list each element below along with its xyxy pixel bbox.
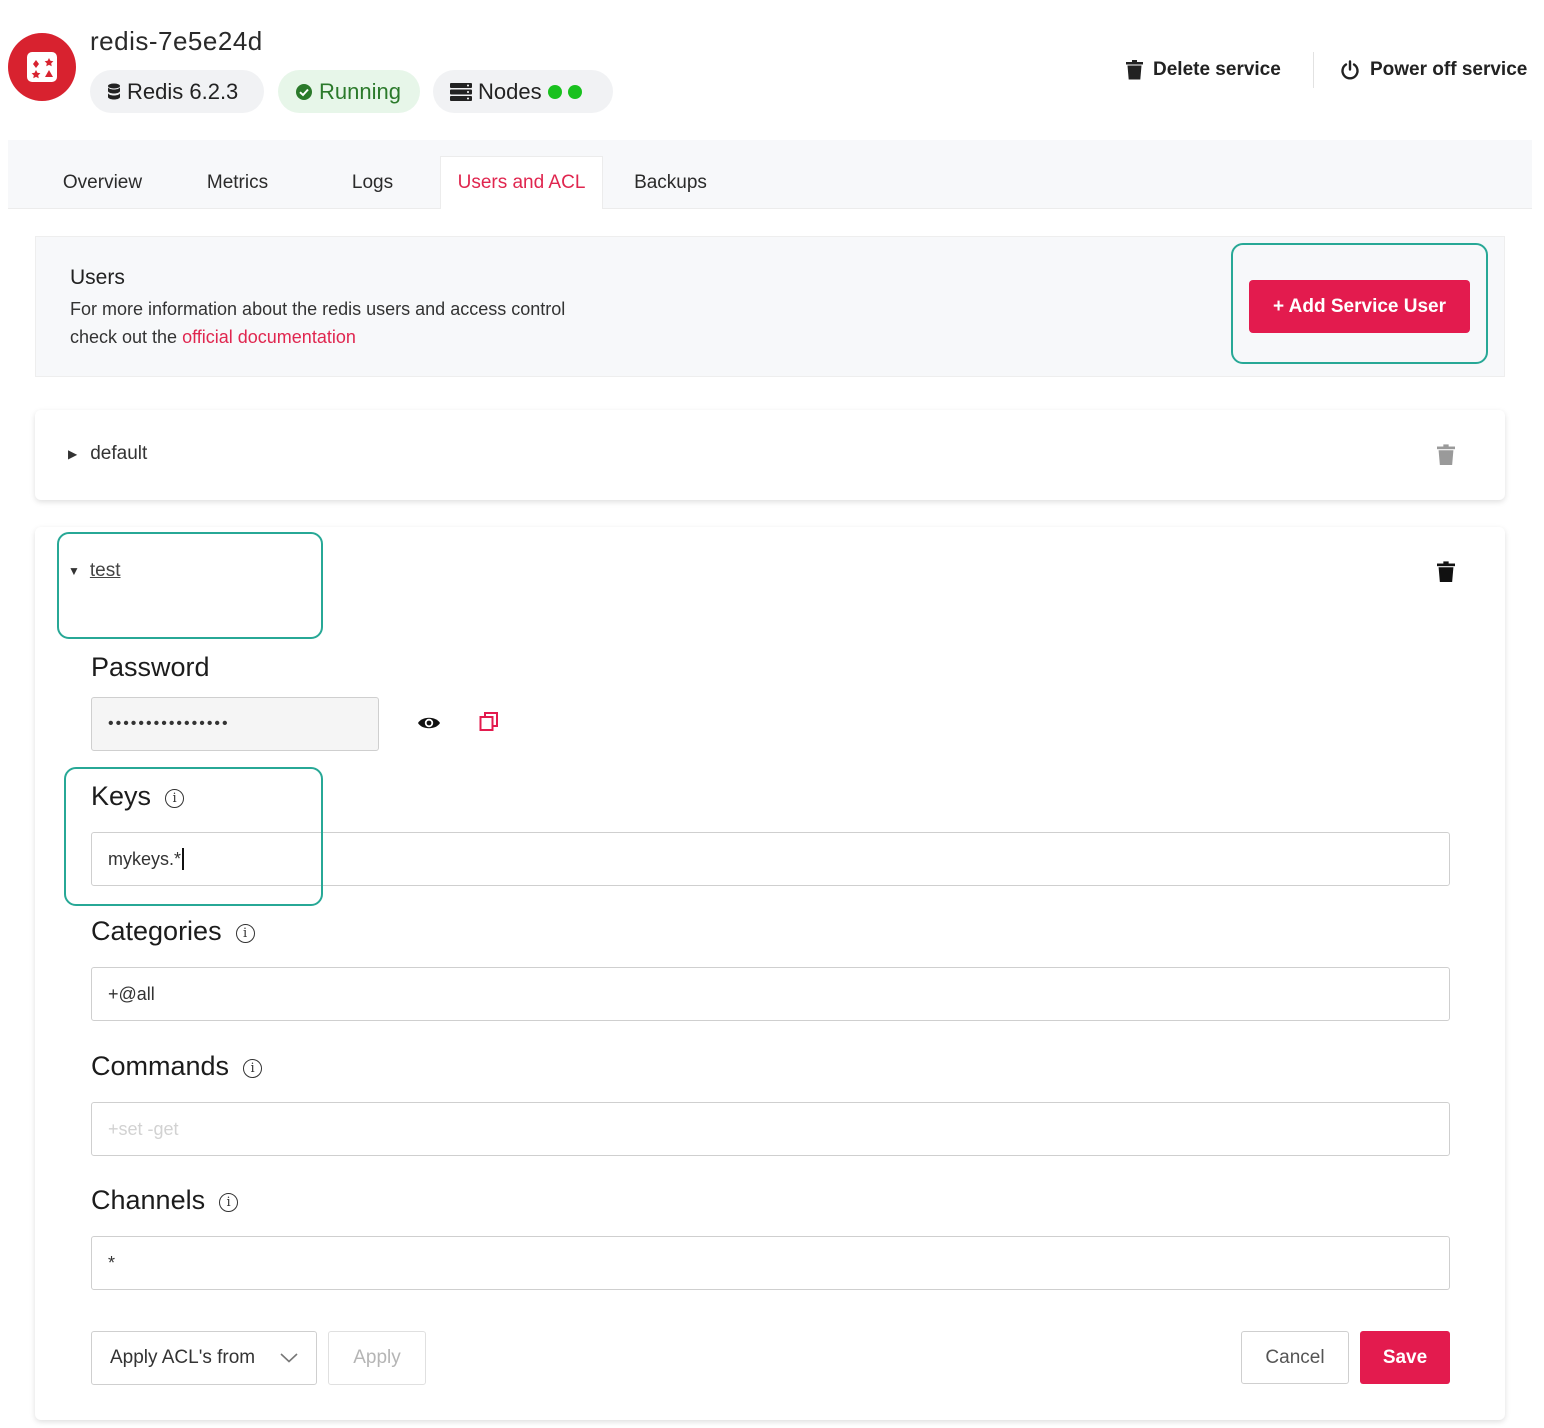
highlight-box	[1231, 243, 1488, 364]
status-label: Running	[319, 78, 401, 104]
info-icon[interactable]: i	[243, 1059, 263, 1078]
copy-icon	[479, 712, 498, 731]
power-off-service-button[interactable]: Power off service	[1340, 56, 1527, 84]
redis-logo-icon	[27, 52, 57, 82]
password-label: Password	[91, 652, 210, 683]
nodes-label: Nodes	[478, 78, 542, 104]
info-icon[interactable]: i	[219, 1193, 239, 1212]
database-icon	[108, 83, 120, 99]
info-icon[interactable]: i	[235, 924, 255, 943]
eye-icon	[418, 717, 440, 729]
user-name: default	[90, 443, 148, 464]
description-line: For more information about the redis use…	[70, 299, 566, 319]
delete-user-button[interactable]	[1437, 444, 1455, 471]
save-button[interactable]: Save	[1360, 1331, 1450, 1384]
password-field[interactable]: ••••••••••••••••	[91, 697, 379, 751]
trash-icon	[1437, 561, 1455, 583]
description-prefix: check out the	[70, 327, 183, 347]
tab-metrics[interactable]: Metrics	[175, 156, 300, 209]
user-card-default	[35, 410, 1505, 500]
categories-label: Categories i	[91, 916, 255, 947]
highlight-box	[64, 767, 323, 906]
categories-label-text: Categories	[91, 916, 222, 946]
user-toggle-default[interactable]: ▶ default	[68, 443, 147, 465]
delete-service-label: Delete service	[1153, 59, 1281, 80]
channels-label-text: Channels	[91, 1185, 206, 1215]
redis-logo	[8, 33, 76, 101]
official-documentation-link[interactable]: official documentation	[182, 327, 356, 347]
apply-button[interactable]: Apply	[328, 1331, 426, 1385]
header-divider	[1313, 52, 1314, 88]
tab-users-and-acl[interactable]: Users and ACL	[440, 156, 603, 209]
commands-label: Commands i	[91, 1051, 263, 1082]
commands-label-text: Commands	[91, 1051, 230, 1081]
power-icon	[1341, 60, 1359, 80]
channels-label: Channels i	[91, 1185, 239, 1216]
password-label-text: Password	[91, 652, 210, 682]
highlight-box	[57, 532, 323, 639]
service-name: redis-7e5e24d	[90, 26, 263, 56]
users-section-description: For more information about the redis use…	[70, 295, 670, 351]
tab-overview[interactable]: Overview	[40, 156, 165, 209]
version-badge: Redis 6.2.3	[90, 70, 264, 113]
status-badge: Running	[278, 70, 420, 113]
apply-acl-select[interactable]: Apply ACL's from	[91, 1331, 317, 1385]
nodes-badge: Nodes	[433, 70, 613, 113]
trash-icon	[1437, 444, 1455, 466]
chevron-down-icon	[280, 1353, 298, 1363]
commands-input[interactable]: +set -get	[91, 1102, 1450, 1156]
show-password-button[interactable]	[417, 712, 441, 739]
check-circle-icon	[296, 83, 312, 100]
server-icon	[450, 82, 472, 101]
tab-logs[interactable]: Logs	[310, 156, 435, 209]
power-off-label: Power off service	[1370, 59, 1528, 80]
categories-input[interactable]: +@all	[91, 967, 1450, 1021]
delete-user-button[interactable]	[1437, 561, 1455, 588]
tab-backups[interactable]: Backups	[608, 156, 733, 209]
description-line: check out the official documentation	[70, 323, 670, 351]
copy-password-button[interactable]	[479, 711, 499, 738]
trash-icon	[1126, 60, 1143, 80]
node-status-dot	[567, 84, 582, 99]
commands-placeholder: +set -get	[108, 1118, 179, 1139]
delete-service-button[interactable]: Delete service	[1126, 56, 1281, 84]
channels-input[interactable]: *	[91, 1236, 1450, 1290]
caret-right-icon: ▶	[68, 447, 78, 461]
users-section-title: Users	[70, 266, 125, 289]
node-status-dot	[547, 84, 562, 99]
version-label: Redis 6.2.3	[127, 78, 239, 104]
apply-acl-select-label: Apply ACL's from	[110, 1347, 256, 1368]
cancel-button[interactable]: Cancel	[1241, 1331, 1349, 1384]
